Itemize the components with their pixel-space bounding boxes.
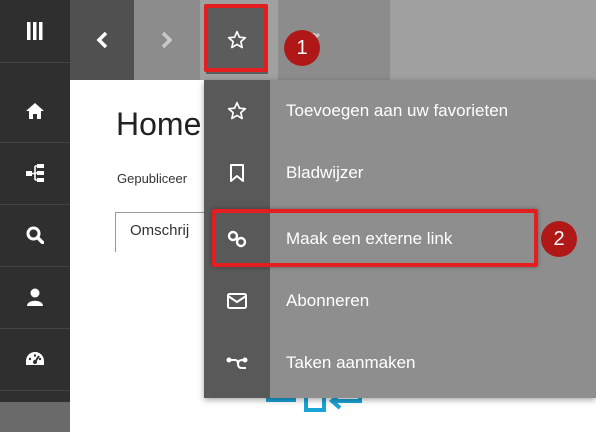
sidebar-item-dashboard[interactable]	[0, 328, 70, 391]
sidebar-footer	[0, 402, 70, 432]
back-button[interactable]	[70, 0, 134, 80]
chevron-left-icon	[96, 31, 108, 49]
menu-item-subscribe[interactable]: Abonneren	[204, 270, 596, 332]
page-title: Home	[116, 106, 202, 142]
menu-item-label: Bladwijzer	[286, 163, 364, 182]
sidebar-item-sitemap[interactable]	[0, 142, 70, 205]
forward-button[interactable]	[134, 0, 200, 80]
search-icon	[26, 226, 44, 244]
workflow-icon	[226, 357, 248, 369]
menu-item-bookmark[interactable]: Bladwijzer	[204, 142, 596, 204]
dashboard-icon	[26, 352, 44, 365]
menu-item-label: Taken aanmaken	[286, 353, 416, 372]
top-toolbar	[70, 0, 596, 80]
bookmark-icon	[230, 164, 244, 182]
step-2-badge: 2	[541, 221, 577, 257]
published-meta: Gepubliceer	[117, 171, 188, 186]
menu-button[interactable]	[0, 0, 70, 63]
sidebar-item-user[interactable]	[0, 266, 70, 329]
menu-icon	[27, 22, 43, 40]
home-icon	[26, 103, 44, 119]
menu-item-label: Toevoegen aan uw favorieten	[286, 101, 509, 120]
menu-item-label: Abonneren	[286, 291, 370, 310]
sidebar-item-search[interactable]	[0, 204, 70, 267]
user-icon	[27, 288, 43, 306]
envelope-icon	[227, 293, 247, 309]
step-1-badge: 1	[284, 30, 320, 66]
menu-item-create-tasks[interactable]: Taken aanmaken	[204, 332, 596, 394]
highlight-favorites-button	[204, 4, 268, 72]
sidebar-item-home[interactable]	[0, 80, 70, 143]
highlight-external-link	[212, 209, 538, 267]
chevron-right-icon	[161, 31, 173, 49]
left-sidebar	[0, 0, 70, 432]
sitemap-icon	[26, 164, 44, 182]
star-outline-icon	[227, 101, 247, 120]
menu-item-add-favorites[interactable]: Toevoegen aan uw favorieten	[204, 80, 596, 142]
